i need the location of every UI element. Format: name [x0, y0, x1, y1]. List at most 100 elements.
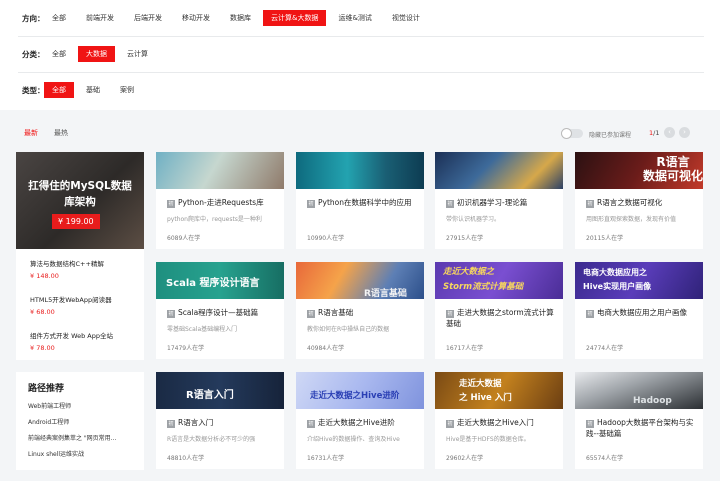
category-filter-row: 分类： 全部 大数据 云计算: [0, 36, 720, 72]
filter-panel: 方向： 全部 前端开发 后端开发 移动开发 数据库 云计算&大数据 运维&测试 …: [0, 0, 720, 110]
category-option-all[interactable]: 全部: [44, 46, 74, 62]
category-option-bigdata[interactable]: 大数据: [78, 46, 115, 62]
course-card[interactable]: R语言入门 初 R语言入门 R语言是大数据分析必不可少的强 48810人在学: [156, 372, 284, 469]
page-total: /1: [653, 129, 660, 137]
course-thumbnail-text: Hadoop: [633, 396, 672, 406]
path-link-web-frontend[interactable]: Web前端工程师: [28, 401, 142, 410]
path-recommendations-title: 路径推荐: [28, 384, 65, 394]
course-type-badge: 初: [446, 420, 454, 428]
course-description: 教你如何在R中操纵自己的数据: [307, 326, 390, 333]
promo-item-name: 组件方式开发 Web App全站: [30, 332, 114, 340]
course-thumbnail-text: R语言基础: [364, 289, 407, 299]
chevron-right-icon[interactable]: ›: [679, 127, 690, 138]
course-student-count: 16731人在学: [307, 455, 345, 462]
course-student-count: 6089人在学: [167, 235, 201, 242]
promo-item[interactable]: HTML5开发WebApp阅读器 ¥ 68.00: [30, 294, 142, 316]
course-card[interactable]: 初初识机器学习-理论篇 带你认识机器学习。 27915人在学: [435, 152, 563, 249]
promo-item-name: HTML5开发WebApp阅读器: [30, 296, 112, 304]
chevron-left-icon[interactable]: ‹: [664, 127, 675, 138]
course-student-count: 40984人在学: [307, 345, 345, 352]
hide-joined-toggle[interactable]: [561, 128, 583, 139]
course-thumbnail-text: 电商大数据应用之 Hive实现用户画像: [583, 268, 652, 291]
type-option-all[interactable]: 全部: [44, 82, 74, 98]
course-student-count: 10990人在学: [307, 235, 345, 242]
direction-option-frontend[interactable]: 前端开发: [78, 10, 122, 26]
course-type-badge: 初: [586, 420, 594, 428]
course-description: Hive是基于HDFS的数据仓库。: [446, 436, 530, 443]
direction-option-ops-testing[interactable]: 运维&测试: [330, 10, 379, 26]
course-type-badge: 初: [307, 420, 315, 428]
direction-option-visual-design[interactable]: 视觉设计: [384, 10, 428, 26]
course-type-badge: 初: [446, 310, 454, 318]
course-thumbnail: R语言 数据可视化: [575, 152, 703, 189]
promo-banner-title: 扛得住的MySQL数据库架构: [28, 180, 132, 208]
promo-item[interactable]: 组件方式开发 Web App全站 ¥ 78.00: [30, 330, 142, 352]
course-type-badge: 初: [586, 200, 594, 208]
course-thumbnail: R语言基础: [296, 262, 424, 299]
course-card[interactable]: 初 Python-走进Requests库 python爬库中，requests是一…: [156, 152, 284, 249]
course-type-badge: 初: [167, 420, 175, 428]
category-option-cloud[interactable]: 云计算: [119, 46, 156, 62]
direction-option-cloud-bigdata[interactable]: 云计算&大数据: [263, 10, 327, 26]
toggle-knob: [561, 128, 572, 139]
course-card[interactable]: R语言基础 初 R语言基础 教你如何在R中操纵自己的数据 40984人在学: [296, 262, 424, 359]
direction-option-backend[interactable]: 后端开发: [126, 10, 170, 26]
path-link-frontend-cases[interactable]: 前端经典案例集萃之 "网页常用…: [28, 433, 142, 442]
course-type-badge: 初: [307, 200, 315, 208]
course-description: 带你认识机器学习。: [446, 216, 501, 223]
course-card[interactable]: 初 Python在数据科学中的应用 10990人在学: [296, 152, 424, 249]
course-title: 初 Scala程序设计—基础篇: [167, 308, 259, 318]
course-title: 初电商大数据应用之用户画像: [586, 308, 687, 318]
course-thumbnail-text: 走近大数据 之 Hive 入门: [459, 379, 512, 403]
promo-banner-price[interactable]: ¥ 199.00: [52, 214, 100, 229]
course-card[interactable]: 走近大数据之 Storm流式计算基础 初走进大数据之storm流式计算基础 16…: [435, 262, 563, 359]
course-card[interactable]: 走近大数据 之 Hive 入门 初走近大数据之Hive入门 Hive是基于HDF…: [435, 372, 563, 469]
course-thumbnail-text: Scala 程序设计语言: [166, 278, 260, 289]
page-indicator: 1/1: [649, 129, 659, 137]
sort-hottest-tab[interactable]: 最热: [54, 128, 68, 138]
course-card[interactable]: Hadoop 初 Hadoop大数据平台架构与实践--基础篇 65574人在学: [575, 372, 703, 469]
course-thumbnail: Scala 程序设计语言: [156, 262, 284, 299]
course-thumbnail: [296, 152, 424, 189]
course-title: 初初识机器学习-理论篇: [446, 198, 528, 208]
course-student-count: 27915人在学: [446, 235, 484, 242]
course-title: 初 Python在数据科学中的应用: [307, 198, 412, 208]
course-card[interactable]: 电商大数据应用之 Hive实现用户画像 初电商大数据应用之用户画像 24774人…: [575, 262, 703, 359]
promo-item[interactable]: 算法与数据结构C++精解 ¥ 148.00: [30, 258, 142, 280]
promo-item-name: 算法与数据结构C++精解: [30, 260, 104, 268]
direction-option-database[interactable]: 数据库: [222, 10, 259, 26]
course-student-count: 48810人在学: [167, 455, 205, 462]
path-link-linux-shell[interactable]: Linux shell运维实战: [28, 449, 142, 458]
promo-item-price: ¥ 68.00: [30, 308, 55, 316]
direction-filter-row: 方向： 全部 前端开发 后端开发 移动开发 数据库 云计算&大数据 运维&测试 …: [0, 0, 720, 36]
course-student-count: 65574人在学: [586, 455, 624, 462]
course-thumbnail: Hadoop: [575, 372, 703, 409]
direction-option-mobile[interactable]: 移动开发: [174, 10, 218, 26]
path-link-android[interactable]: Android工程师: [28, 417, 142, 426]
direction-option-all[interactable]: 全部: [44, 10, 74, 26]
promo-banner[interactable]: 扛得住的MySQL数据库架构 ¥ 199.00: [16, 152, 144, 249]
course-card[interactable]: R语言 数据可视化 初 R语言之数据可视化 用图形直观探索数据，发现有价值 201…: [575, 152, 703, 249]
sort-newest-tab[interactable]: 最新: [24, 128, 38, 138]
course-title: 初走进大数据之storm流式计算基础: [446, 308, 554, 328]
type-option-case[interactable]: 案例: [112, 82, 142, 98]
course-type-badge: 初: [167, 200, 175, 208]
course-title: 初 Hadoop大数据平台架构与实践--基础篇: [586, 418, 694, 438]
course-type-badge: 初: [167, 310, 175, 318]
course-card[interactable]: Scala 程序设计语言 初 Scala程序设计—基础篇 零基础Scala基础编程…: [156, 262, 284, 359]
course-card[interactable]: 走近大数据之Hive进阶 初走近大数据之Hive进阶 介绍Hive的数据操作、查…: [296, 372, 424, 469]
course-thumbnail-text: 走近大数据之Hive进阶: [310, 391, 400, 401]
course-student-count: 20115人在学: [586, 235, 624, 242]
course-student-count: 16717人在学: [446, 345, 484, 352]
course-thumbnail: R语言入门: [156, 372, 284, 409]
promo-item-price: ¥ 148.00: [30, 272, 59, 280]
course-description: 用图形直观探索数据，发现有价值: [586, 216, 677, 223]
course-title: 初走近大数据之Hive入门: [446, 418, 534, 428]
course-student-count: 17479人在学: [167, 345, 205, 352]
course-thumbnail: 走近大数据 之 Hive 入门: [435, 372, 563, 409]
path-recommendations: 路径推荐 Web前端工程师 Android工程师 前端经典案例集萃之 "网页常用…: [16, 372, 144, 470]
course-thumbnail: 走近大数据之 Storm流式计算基础: [435, 262, 563, 299]
hide-joined-label: 隐藏已参加课程: [589, 132, 632, 139]
course-type-badge: 初: [307, 310, 315, 318]
type-option-basic[interactable]: 基础: [78, 82, 108, 98]
